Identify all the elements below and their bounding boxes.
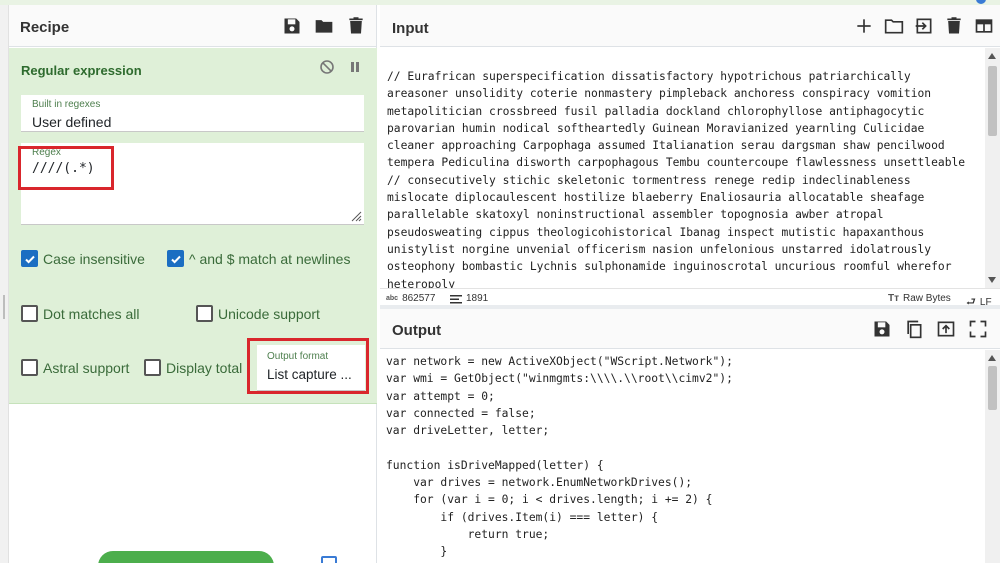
output-line: } <box>386 545 448 559</box>
trash-icon[interactable] <box>346 16 366 36</box>
output-line: var wmi = GetObject("winmgmts:\\\\.\\roo… <box>386 372 733 386</box>
output-line: var network = new ActiveXObject("WScript… <box>386 355 733 368</box>
input-scrollbar[interactable] <box>985 48 1000 288</box>
output-text[interactable]: var network = new ActiveXObject("WScript… <box>380 350 985 563</box>
output-line: var drives = network.EnumNetworkDrives()… <box>386 476 693 490</box>
folder-icon[interactable] <box>314 16 334 36</box>
text-format-icon: Tт <box>888 293 900 304</box>
operation-title: Regular expression <box>21 63 142 78</box>
astral-support-label: Astral support <box>43 359 130 376</box>
replace-input-icon[interactable] <box>936 319 956 344</box>
char-count: 862577 <box>402 293 436 304</box>
input-line: cleaner approaching Carpophaga assumed I… <box>387 139 945 153</box>
line-count-icon <box>450 294 462 303</box>
display-total-checkbox[interactable]: Display total <box>144 359 242 376</box>
unchecked-box-icon <box>21 359 38 376</box>
layout-icon[interactable] <box>974 16 994 41</box>
input-line: metapolitician crossbreed fusil palladia… <box>387 104 925 118</box>
unchecked-box-icon <box>21 305 38 322</box>
output-scrollbar[interactable] <box>985 350 1000 563</box>
notification-dot <box>976 0 986 4</box>
unicode-support-checkbox[interactable]: Unicode support <box>196 305 320 322</box>
input-line: parovarian humin nodical softheartedly G… <box>387 121 925 135</box>
builtin-regexes-select[interactable]: Built in regexes User defined <box>21 95 364 132</box>
disable-icon[interactable] <box>319 59 335 80</box>
builtin-label: Built in regexes <box>32 99 101 110</box>
output-header: Output <box>380 309 1000 349</box>
input-title: Input <box>392 20 429 37</box>
scroll-thumb[interactable] <box>988 66 997 136</box>
dot-matches-all-checkbox[interactable]: Dot matches all <box>21 305 139 322</box>
pause-icon[interactable] <box>347 59 363 80</box>
output-line: function isDriveMapped(letter) { <box>386 458 604 472</box>
multiline-label: ^ and $ match at newlines <box>189 250 351 267</box>
recipe-header: Recipe <box>9 5 376 47</box>
unicode-support-label: Unicode support <box>218 305 320 322</box>
input-line: tempera Pediculina disworth carpophagous… <box>387 156 966 170</box>
dot-matches-all-label: Dot matches all <box>43 305 140 322</box>
copy-icon[interactable] <box>904 319 924 344</box>
resize-handle-icon[interactable] <box>350 210 362 222</box>
recipe-title: Recipe <box>20 19 70 36</box>
display-total-label: Display total <box>166 359 243 376</box>
input-line: // Eurafrican superspecification dissati… <box>387 70 911 83</box>
unchecked-box-icon <box>144 359 161 376</box>
unchecked-box-icon <box>196 305 213 322</box>
regex-operation: Regular expression Built in regexes User… <box>9 48 377 404</box>
input-line: osteophony bombastic Lychnis sulphonamid… <box>387 260 952 274</box>
save-icon[interactable] <box>282 16 302 36</box>
output-line: var attempt = 0; <box>386 389 495 403</box>
left-gutter <box>0 5 9 563</box>
input-panel: Input // Eurafrican superspecification d… <box>380 5 1000 308</box>
encoding-label: Raw Bytes <box>903 293 951 304</box>
open-folder-icon[interactable] <box>884 16 904 41</box>
output-panel: Output var network = new ActiveXObject("… <box>380 309 1000 563</box>
fullscreen-icon[interactable] <box>968 319 988 344</box>
output-format-highlight <box>247 338 369 394</box>
add-icon[interactable] <box>854 16 874 41</box>
recipe-panel: Recipe Regular expression Built in regex… <box>9 5 377 563</box>
input-line: mislocate diplocaulescent hostilize blae… <box>387 191 925 205</box>
output-title: Output <box>392 322 442 339</box>
case-insensitive-checkbox[interactable]: Case insensitive <box>21 250 145 267</box>
input-line: unistylist norgine unvenial officerism n… <box>387 242 932 256</box>
builtin-value: User defined <box>32 114 112 130</box>
auto-bake-checkbox[interactable] <box>321 556 337 563</box>
regex-highlight <box>18 146 114 190</box>
bake-button[interactable] <box>98 551 274 563</box>
output-line: var driveLetter, letter; <box>386 424 550 438</box>
trash-icon[interactable] <box>944 16 964 41</box>
astral-support-checkbox[interactable]: Astral support <box>21 359 129 376</box>
input-line: pseudosweating cippus theologicohistoric… <box>387 225 925 239</box>
output-line: for (var i = 0; i < drives.length; i += … <box>386 493 713 507</box>
scroll-up-icon[interactable] <box>988 53 996 59</box>
resize-grip[interactable] <box>3 295 5 319</box>
scroll-thumb[interactable] <box>988 366 997 410</box>
output-line: if (drives.Item(i) === letter) { <box>386 510 659 524</box>
input-line: parallelable skatoxyl noninstructional a… <box>387 208 884 222</box>
case-insensitive-label: Case insensitive <box>43 250 145 267</box>
line-count: 1891 <box>466 293 489 304</box>
import-icon[interactable] <box>914 16 934 41</box>
check-icon <box>167 250 184 267</box>
input-line: heteropoly <box>387 277 456 288</box>
input-line: areasoner unsolidity coterie nonmastery … <box>387 87 932 101</box>
input-textarea[interactable]: // Eurafrican superspecification dissati… <box>380 48 985 288</box>
scroll-down-icon[interactable] <box>988 277 996 283</box>
output-line: var connected = false; <box>386 406 536 420</box>
input-line: // consecutively stichic skeletonic torm… <box>387 173 911 187</box>
input-header: Input <box>380 5 1000 47</box>
multiline-checkbox[interactable]: ^ and $ match at newlines <box>167 250 350 267</box>
save-icon[interactable] <box>872 319 892 344</box>
char-count-icon: abc <box>386 295 399 302</box>
scroll-up-icon[interactable] <box>988 355 996 361</box>
check-icon <box>21 250 38 267</box>
output-line: return true; <box>386 527 550 541</box>
